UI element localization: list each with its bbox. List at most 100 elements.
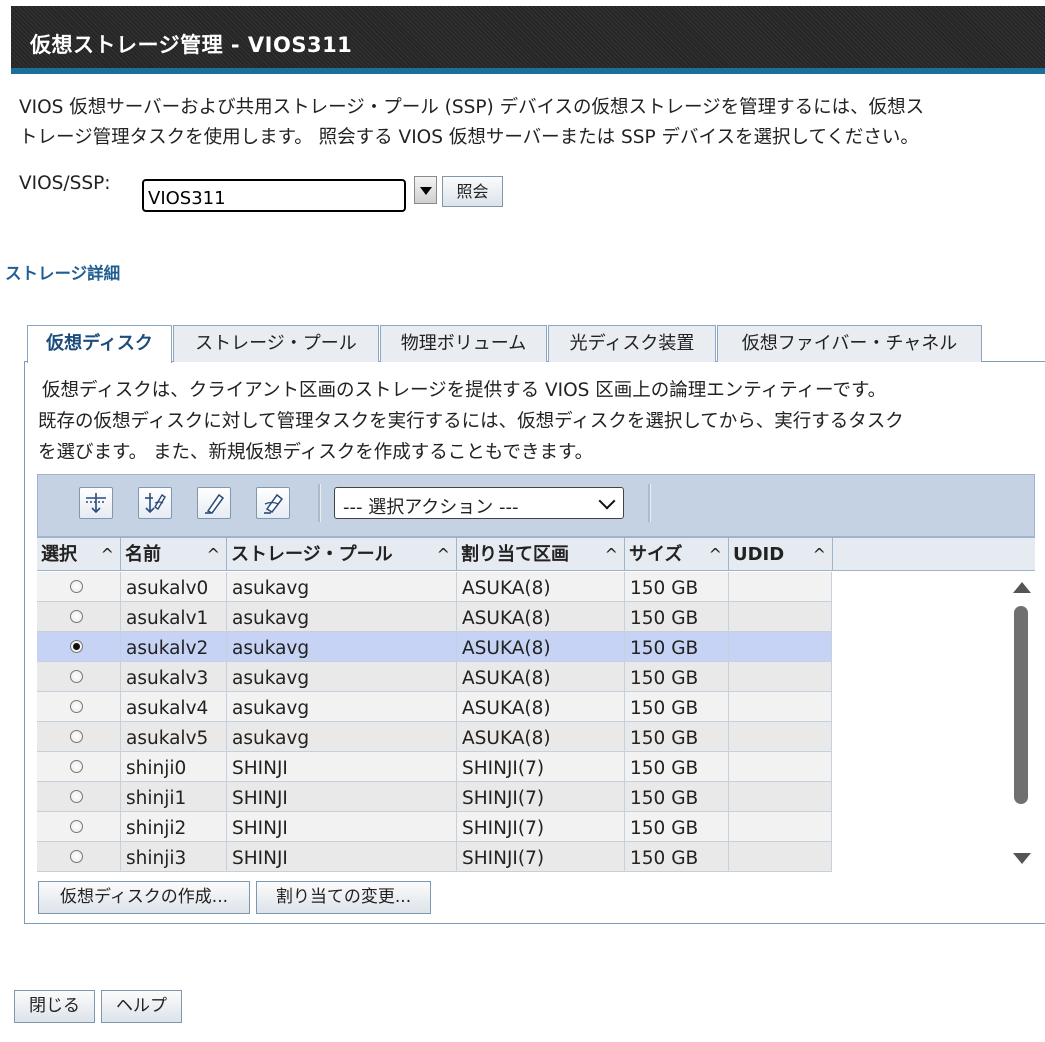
cell-partition: ASUKA(8) [457,632,625,661]
edit-sort-icon[interactable] [197,487,231,519]
cell-select [37,842,121,871]
description-line-3: を選びます。 また、新規仮想ディスクを作成することもできます。 [38,442,594,463]
table-row[interactable]: asukalv1 asukavg ASUKA(8) 150 GB [37,602,832,632]
scroll-down-icon[interactable] [1013,853,1031,864]
title-underline [11,68,1045,74]
scroll-up-icon[interactable] [1013,582,1031,593]
cell-select [37,632,121,661]
cell-select [37,602,121,631]
vios-ssp-label: VIOS/SSP: [19,173,111,194]
cell-storage-pool: SHINJI [227,842,457,871]
cell-udid [729,572,832,601]
toolbar-separator [318,484,321,522]
action-select-value: --- 選択アクション --- [343,497,519,518]
cell-name: shinji3 [121,842,227,871]
description-line-1: 仮想ディスクは、クライアント区画のストレージを提供する VIOS 区画上の論理エ… [42,380,887,401]
cell-partition: ASUKA(8) [457,602,625,631]
chevron-down-icon [598,492,616,510]
column-header-size[interactable]: サイズ ^ [625,538,729,570]
tab-optical-device[interactable]: 光ディスク装置 [548,325,716,362]
cell-udid [729,722,832,751]
column-header-select[interactable]: 選択 ^ [37,538,121,570]
cell-storage-pool: asukavg [227,632,457,661]
row-radio-button[interactable] [70,580,83,593]
table-row[interactable]: asukalv0 asukavg ASUKA(8) 150 GB [37,572,832,602]
cell-partition: ASUKA(8) [457,662,625,691]
chevron-down-icon[interactable] [414,176,437,204]
cell-udid [729,662,832,691]
cell-partition: ASUKA(8) [457,722,625,751]
cell-name: asukalv3 [121,662,227,691]
cell-select [37,722,121,751]
cell-partition: ASUKA(8) [457,572,625,601]
cell-select [37,782,121,811]
scroll-thumb[interactable] [1014,606,1028,804]
column-header-udid[interactable]: UDID ^ [729,538,833,570]
cell-udid [729,812,832,841]
cell-select [37,752,121,781]
cell-size: 150 GB [625,722,729,751]
page-title: 仮想ストレージ管理 - VIOS311 [30,33,353,57]
cell-partition: SHINJI(7) [457,812,625,841]
cell-storage-pool: SHINJI [227,752,457,781]
create-virtual-disk-button[interactable]: 仮想ディスクの作成... [38,881,250,914]
cell-name: shinji1 [121,782,227,811]
cell-name: asukalv4 [121,692,227,721]
cell-storage-pool: asukavg [227,572,457,601]
column-header-storage-pool[interactable]: ストレージ・プール ^ [227,538,457,570]
table-row[interactable]: asukalv4 asukavg ASUKA(8) 150 GB [37,692,832,722]
tab-storage-pool[interactable]: ストレージ・プール [173,325,379,362]
cell-name: asukalv1 [121,602,227,631]
column-header-partition[interactable]: 割り当て区画 ^ [457,538,625,570]
filter-icon[interactable] [138,487,172,519]
table-row[interactable]: shinji1 SHINJI SHINJI(7) 150 GB [37,782,832,812]
cell-storage-pool: asukavg [227,692,457,721]
cell-select [37,662,121,691]
cell-storage-pool: asukavg [227,662,457,691]
cell-select [37,812,121,841]
query-button[interactable]: 照会 [442,176,503,207]
tab-description: 仮想ディスクは、クライアント区画のストレージを提供する VIOS 区画上の論理エ… [38,375,904,468]
vios-ssp-input[interactable] [142,179,406,212]
close-button[interactable]: 閉じる [14,990,95,1023]
cell-name: shinji0 [121,752,227,781]
intro-line-1: VIOS 仮想サーバーおよび共用ストレージ・プール (SSP) デバイスの仮想ス… [19,97,925,118]
cell-size: 150 GB [625,842,729,871]
row-radio-button[interactable] [70,760,83,773]
select-all-icon[interactable] [79,487,113,519]
row-radio-button[interactable] [70,820,83,833]
cell-name: shinji2 [121,812,227,841]
table-row[interactable]: asukalv5 asukavg ASUKA(8) 150 GB [37,722,832,752]
toolbar-separator [648,484,651,522]
cell-partition: SHINJI(7) [457,752,625,781]
clear-filter-icon[interactable] [256,487,290,519]
column-header-name[interactable]: 名前 ^ [121,538,227,570]
table-row[interactable]: shinji2 SHINJI SHINJI(7) 150 GB [37,812,832,842]
row-radio-button[interactable] [70,850,83,863]
help-button[interactable]: ヘルプ [101,990,182,1023]
cell-partition: SHINJI(7) [457,842,625,871]
tab-virtual-fibre-channel[interactable]: 仮想ファイバー・チャネル [717,325,982,362]
table-row[interactable]: shinji3 SHINJI SHINJI(7) 150 GB [37,842,832,872]
action-select[interactable]: --- 選択アクション --- [334,487,624,519]
tab-virtual-disk[interactable]: 仮想ディスク [27,325,172,363]
cell-udid [729,602,832,631]
tab-physical-volume[interactable]: 物理ボリューム [380,325,547,362]
table-header: 選択 ^ 名前 ^ ストレージ・プール ^ 割り当て区画 ^ サイズ ^ UDID ^ [37,537,1035,571]
row-radio-button[interactable] [70,610,83,623]
cell-udid [729,692,832,721]
table-row[interactable]: shinji0 SHINJI SHINJI(7) 150 GB [37,752,832,782]
row-radio-button[interactable] [70,700,83,713]
row-radio-button[interactable] [70,730,83,743]
table-row[interactable]: asukalv3 asukavg ASUKA(8) 150 GB [37,662,832,692]
row-radio-button[interactable] [70,670,83,683]
cell-partition: SHINJI(7) [457,782,625,811]
cell-storage-pool: asukavg [227,722,457,751]
table-row[interactable]: asukalv2 asukavg ASUKA(8) 150 GB [37,632,832,662]
cell-name: asukalv0 [121,572,227,601]
row-radio-button[interactable] [70,790,83,803]
cell-storage-pool: SHINJI [227,812,457,841]
change-assignment-button[interactable]: 割り当ての変更... [256,881,431,914]
row-radio-button[interactable] [70,640,83,653]
cell-storage-pool: SHINJI [227,782,457,811]
